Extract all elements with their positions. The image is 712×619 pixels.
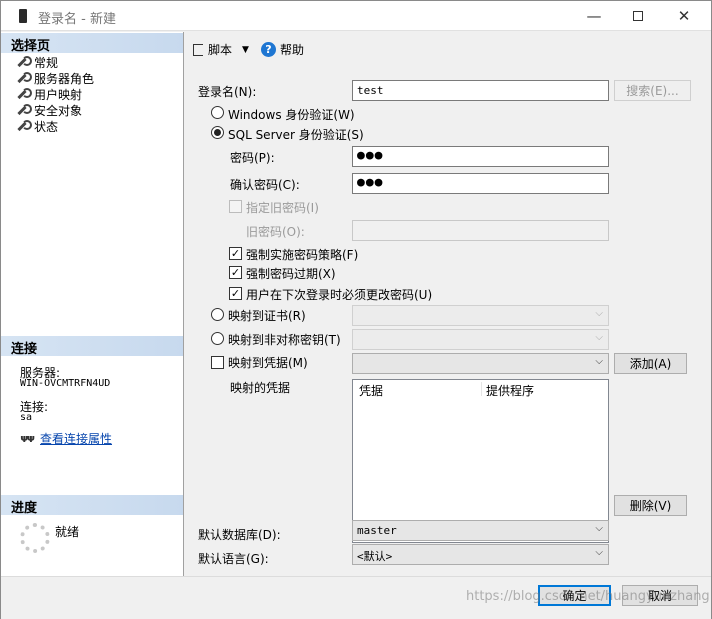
specify-old-password-label: 指定旧密码(I) bbox=[246, 201, 319, 215]
connection-properties-icon: ᴪᴪ bbox=[20, 432, 35, 445]
window-title: 登录名 - 新建 bbox=[38, 12, 116, 27]
help-button[interactable]: ? 帮助 bbox=[261, 41, 304, 58]
page-item-label: 状态 bbox=[34, 119, 59, 134]
old-password-input[interactable] bbox=[352, 220, 609, 241]
wrench-icon bbox=[15, 120, 32, 132]
default-database-select[interactable]: master ⌵ bbox=[352, 520, 609, 541]
chevron-down-icon: ⌵ bbox=[595, 547, 603, 558]
wrench-icon bbox=[15, 56, 32, 68]
password-label: 密码(P): bbox=[230, 151, 275, 165]
mapped-credentials-grid[interactable]: 凭据 提供程序 bbox=[352, 379, 609, 543]
map-certificate-radio[interactable] bbox=[211, 308, 224, 321]
wrench-icon bbox=[15, 104, 32, 116]
credential-select[interactable]: ⌵ bbox=[352, 353, 609, 374]
windows-auth-label: Windows 身份验证(W) bbox=[228, 108, 355, 122]
toolbar: 脚本 ▼ ? 帮助 bbox=[185, 32, 711, 64]
certificate-select[interactable]: ⌵ bbox=[352, 305, 609, 326]
page-item-server-roles[interactable]: 服务器角色 bbox=[15, 70, 94, 86]
default-language-select[interactable]: <默认> ⌵ bbox=[352, 544, 609, 565]
sql-auth-radio[interactable] bbox=[211, 126, 224, 139]
default-language-value: <默认> bbox=[357, 550, 393, 563]
windows-auth-radio[interactable] bbox=[211, 106, 224, 119]
grid-column-provider[interactable]: 提供程序 bbox=[486, 382, 534, 399]
progress-header: 进度 bbox=[1, 495, 183, 516]
login-name-label: 登录名(N): bbox=[198, 85, 257, 99]
map-asymmetric-key-radio[interactable] bbox=[211, 332, 224, 345]
login-name-input[interactable]: test bbox=[352, 80, 609, 101]
map-asymmetric-key-label: 映射到非对称密钥(T) bbox=[228, 333, 341, 347]
help-label: 帮助 bbox=[280, 43, 305, 57]
must-change-label: 用户在下次登录时必须更改密码(U) bbox=[246, 288, 433, 302]
page-item-securables[interactable]: 安全对象 bbox=[15, 102, 82, 118]
search-button[interactable]: 搜索(E)... bbox=[614, 80, 691, 101]
maximize-button[interactable] bbox=[615, 1, 661, 31]
script-button[interactable]: 脚本 ▼ bbox=[193, 41, 249, 58]
watermark: https://blog.csdn.net/huangyunzhang bbox=[466, 589, 710, 604]
enforce-policy-label: 强制实施密码策略(F) bbox=[246, 248, 359, 262]
title-bar: 登录名 - 新建 — ✕ bbox=[1, 1, 711, 31]
confirm-password-input[interactable]: ●●● bbox=[352, 173, 609, 194]
page-item-user-mapping[interactable]: 用户映射 bbox=[15, 86, 82, 102]
progress-spinner-icon bbox=[20, 523, 50, 553]
login-new-dialog: 登录名 - 新建 — ✕ 选择页 常规 服务器角色 用户映射 安全对象 状态 连… bbox=[0, 0, 712, 619]
server-value: WIN-OVCMTRFN4UD bbox=[20, 378, 111, 389]
page-item-general[interactable]: 常规 bbox=[15, 54, 58, 70]
page-item-status[interactable]: 状态 bbox=[15, 118, 58, 134]
default-database-value: master bbox=[357, 524, 397, 537]
specify-old-password-checkbox[interactable] bbox=[229, 200, 242, 213]
map-credential-checkbox[interactable] bbox=[211, 356, 224, 369]
chevron-down-icon: ⌵ bbox=[595, 356, 603, 367]
page-item-label: 安全对象 bbox=[34, 103, 83, 118]
page-item-label: 服务器角色 bbox=[34, 71, 95, 86]
close-button[interactable]: ✕ bbox=[661, 1, 707, 31]
wrench-icon bbox=[15, 72, 32, 84]
maximize-icon bbox=[633, 11, 643, 21]
enforce-policy-checkbox[interactable]: ✓ bbox=[229, 247, 242, 260]
confirm-password-label: 确认密码(C): bbox=[230, 178, 300, 192]
enforce-expiration-checkbox[interactable]: ✓ bbox=[229, 266, 242, 279]
grid-column-separator bbox=[481, 382, 482, 396]
mapped-credentials-label: 映射的凭据 bbox=[230, 381, 291, 395]
view-connection-properties-link[interactable]: 查看连接属性 bbox=[40, 430, 112, 447]
add-button[interactable]: 添加(A) bbox=[614, 353, 687, 374]
old-password-label: 旧密码(O): bbox=[246, 225, 305, 239]
chevron-down-icon: ⌵ bbox=[595, 523, 603, 534]
default-language-label: 默认语言(G): bbox=[198, 552, 269, 566]
enforce-expiration-label: 强制密码过期(X) bbox=[246, 267, 336, 281]
page-item-label: 常规 bbox=[34, 55, 59, 70]
right-pane: 脚本 ▼ ? 帮助 登录名(N): test 搜索(E)... Windows … bbox=[185, 32, 711, 576]
map-credential-label: 映射到凭据(M) bbox=[228, 356, 308, 370]
map-certificate-label: 映射到证书(R) bbox=[228, 309, 306, 323]
connection-value: sa bbox=[20, 412, 33, 423]
connection-header: 连接 bbox=[1, 336, 183, 357]
sql-auth-label: SQL Server 身份验证(S) bbox=[228, 128, 364, 142]
app-icon bbox=[19, 9, 27, 23]
left-pane: 选择页 常规 服务器角色 用户映射 安全对象 状态 连接 服务器: WIN-OV… bbox=[1, 32, 184, 576]
chevron-down-icon: ⌵ bbox=[595, 308, 603, 319]
script-label: 脚本 bbox=[208, 43, 233, 57]
grid-column-credential[interactable]: 凭据 bbox=[359, 382, 383, 399]
help-icon: ? bbox=[261, 42, 276, 57]
script-icon bbox=[193, 43, 203, 56]
asymmetric-key-select[interactable]: ⌵ bbox=[352, 329, 609, 350]
minimize-button[interactable]: — bbox=[571, 1, 617, 31]
progress-status: 就绪 bbox=[55, 525, 80, 539]
must-change-checkbox[interactable]: ✓ bbox=[229, 287, 242, 300]
chevron-down-icon: ⌵ bbox=[595, 332, 603, 343]
wrench-icon bbox=[15, 88, 32, 100]
remove-button[interactable]: 删除(V) bbox=[614, 495, 687, 516]
chevron-down-icon: ▼ bbox=[242, 44, 249, 55]
page-item-label: 用户映射 bbox=[34, 87, 83, 102]
default-database-label: 默认数据库(D): bbox=[198, 528, 281, 542]
password-input[interactable]: ●●● bbox=[352, 146, 609, 167]
select-page-header: 选择页 bbox=[1, 33, 183, 54]
